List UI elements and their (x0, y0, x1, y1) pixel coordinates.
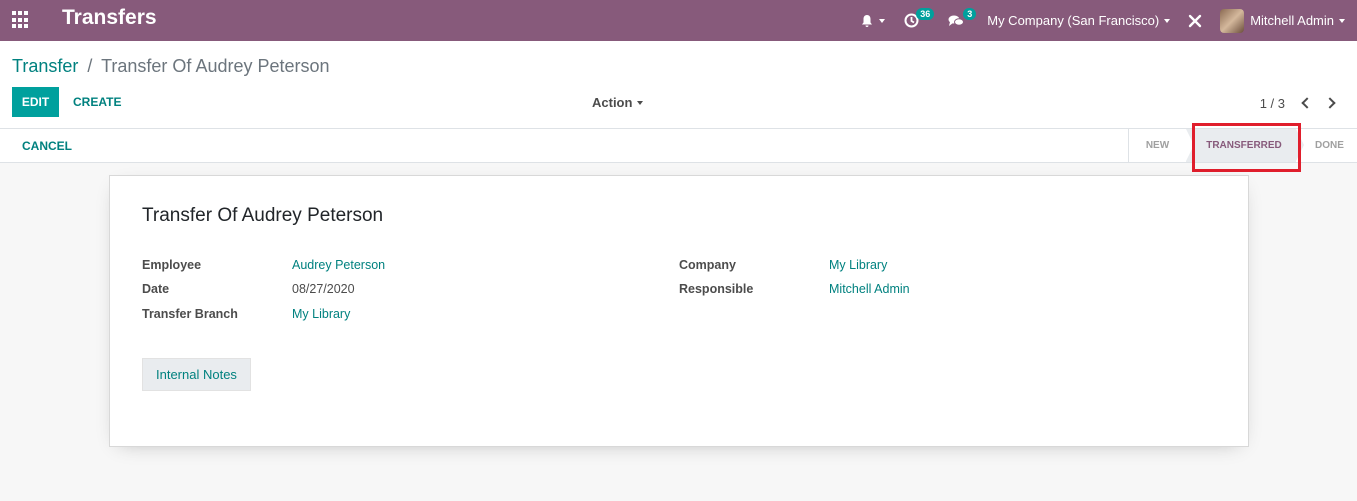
pager-next-button[interactable] (1321, 93, 1341, 113)
stage-transferred-label: TRANSFERRED (1206, 140, 1282, 151)
stage-new[interactable]: NEW (1128, 129, 1186, 162)
activity-count-badge: 36 (916, 8, 935, 20)
breadcrumb-separator: / (87, 56, 93, 76)
employee-value-link[interactable]: Audrey Peterson (292, 258, 385, 272)
transfer-branch-value-link[interactable]: My Library (292, 307, 350, 321)
responsible-label: Responsible (679, 282, 754, 296)
breadcrumb-current: Transfer Of Audrey Peterson (101, 56, 330, 76)
company-label: Company (679, 258, 736, 272)
stage-pipeline: NEW TRANSFERRED DONE (1128, 129, 1357, 162)
messages-count-badge: 3 (963, 8, 977, 20)
stage-transferred[interactable]: TRANSFERRED (1186, 129, 1304, 162)
avatar (1220, 8, 1245, 33)
breadcrumb-parent-link[interactable]: Transfer (12, 56, 78, 76)
tools-icon (1188, 14, 1202, 27)
chevron-left-icon (1300, 97, 1313, 109)
chat-icon (948, 15, 965, 26)
edit-button[interactable]: EDIT (12, 87, 59, 117)
tab-internal-notes[interactable]: Internal Notes (142, 358, 251, 391)
employee-label: Employee (142, 258, 202, 272)
chevron-down-icon (879, 18, 886, 23)
control-panel: Transfer / Transfer Of Audrey Peterson E… (0, 41, 1357, 129)
company-value-link[interactable]: My Library (829, 258, 887, 272)
navbar-systray: 36 3 My Company (San Francisco) Mitchell… (851, 0, 1357, 41)
chevron-right-icon (1323, 97, 1336, 109)
messages-menu[interactable]: 3 (939, 0, 983, 41)
company-switcher[interactable]: My Company (San Francisco) (983, 0, 1182, 41)
stage-done[interactable]: DONE (1296, 129, 1357, 162)
notifications-menu[interactable] (851, 0, 895, 41)
apps-menu-icon[interactable] (12, 11, 30, 29)
date-label: Date (142, 282, 170, 296)
chevron-down-icon (1339, 18, 1345, 23)
responsible-value-link[interactable]: Mitchell Admin (829, 282, 910, 296)
top-navbar: Transfers 36 3 My Company (San Francisco… (0, 0, 1357, 41)
form-sheet: Transfer Of Audrey Peterson Employee Aud… (109, 175, 1249, 447)
form-statusbar: CANCEL NEW TRANSFERRED DONE (0, 129, 1357, 163)
action-dropdown[interactable]: Action (592, 95, 644, 110)
pager-value[interactable]: 1 / 3 (1260, 96, 1285, 111)
user-menu[interactable]: Mitchell Admin (1212, 0, 1357, 41)
company-name: My Company (San Francisco) (987, 13, 1160, 28)
record-title: Transfer Of Audrey Peterson (142, 205, 384, 226)
chevron-down-icon (1164, 18, 1171, 23)
date-value: 08/27/2020 (292, 282, 355, 296)
pager-previous-button[interactable] (1295, 93, 1315, 113)
debug-tools-menu[interactable] (1182, 0, 1212, 41)
action-dropdown-label: Action (592, 95, 633, 110)
bell-icon (862, 14, 873, 27)
pager: 1 / 3 (1260, 93, 1341, 113)
cancel-button[interactable]: CANCEL (12, 129, 82, 162)
user-name: Mitchell Admin (1250, 13, 1334, 28)
create-button[interactable]: CREATE (62, 87, 132, 117)
app-title[interactable]: Transfers (62, 6, 157, 30)
activity-menu[interactable]: 36 (895, 0, 939, 41)
breadcrumb: Transfer / Transfer Of Audrey Peterson (12, 56, 330, 77)
chevron-down-icon (637, 100, 644, 105)
transfer-branch-label: Transfer Branch (142, 307, 238, 321)
